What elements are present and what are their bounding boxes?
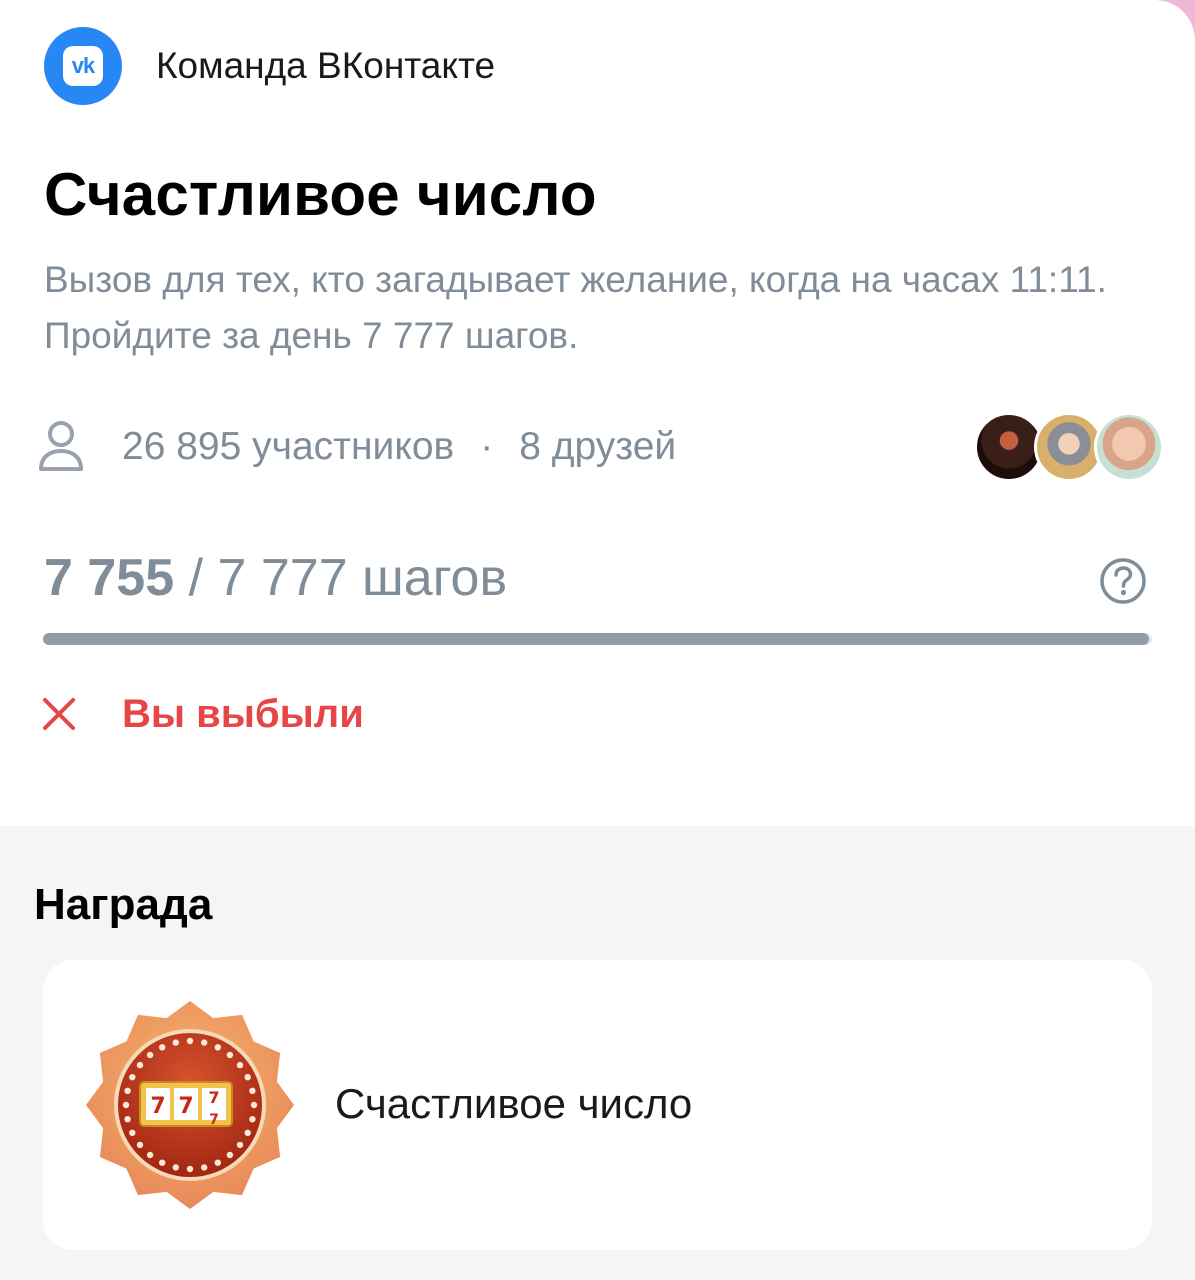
challenge-description: Вызов для тех, кто загадывает желание, к… <box>44 259 1107 356</box>
community-name[interactable]: Команда ВКонтакте <box>156 45 495 87</box>
friends-avatars[interactable] <box>974 412 1164 482</box>
community-header[interactable]: vk Команда ВКонтакте <box>44 26 495 106</box>
status-text: Вы выбыли <box>122 691 364 736</box>
badge-light-dot <box>136 1141 144 1149</box>
vk-logo-mark: vk <box>63 46 103 86</box>
badge-light-dot <box>250 1101 258 1109</box>
badge-light-dot <box>129 1129 136 1136</box>
badge-light-dot <box>124 1116 131 1123</box>
avatar[interactable] <box>1094 412 1164 482</box>
content-sheet: vk Команда ВКонтакте Счастливое число Вы… <box>0 0 1195 1280</box>
participants-row[interactable]: 26 895 участников · 8 друзей <box>36 410 1166 484</box>
badge-light-dot <box>226 1051 234 1059</box>
badge-light-dot <box>136 1061 144 1069</box>
badge-light-dot <box>159 1044 166 1051</box>
reward-heading: Награда <box>34 880 213 929</box>
badge-light-dot <box>159 1159 166 1166</box>
badge-light-dot <box>249 1087 256 1094</box>
svg-text:7: 7 <box>178 1094 193 1119</box>
badge-light-dot <box>244 1074 251 1081</box>
badge-light-dot <box>186 1037 194 1045</box>
steps-slash: / <box>174 549 218 607</box>
badge-light-dot <box>214 1159 221 1166</box>
svg-text:7: 7 <box>150 1094 165 1119</box>
badge-light-dot <box>124 1087 131 1094</box>
status-row: Вы выбыли <box>42 688 364 740</box>
badge-light-dot <box>146 1151 154 1159</box>
close-icon <box>43 698 75 730</box>
svg-text:7: 7 <box>208 1088 219 1107</box>
badge-light-dot <box>214 1044 221 1051</box>
svg-text:7: 7 <box>209 1112 219 1128</box>
progress-bar <box>43 633 1152 645</box>
challenge-screen: vk Команда ВКонтакте Счастливое число Вы… <box>0 0 1195 1280</box>
badge-light-dot <box>226 1151 234 1159</box>
steps-current: 7 755 <box>44 549 175 607</box>
reward-section: Награда 7 7 7 7 Счастливое число <box>0 826 1195 1280</box>
help-icon[interactable] <box>1098 556 1148 606</box>
participants-count: 26 895 участников <box>122 425 455 468</box>
badge-light-dot <box>129 1074 136 1081</box>
badge-light-dot <box>172 1164 179 1171</box>
badge-light-dot <box>236 1141 244 1149</box>
progress-bar-fill <box>43 633 1149 645</box>
reward-name: Счастливое число <box>335 1080 693 1127</box>
stats-separator: · <box>480 425 494 468</box>
badge-light-dot <box>172 1039 179 1046</box>
person-icon <box>39 421 83 471</box>
steps-target: 7 777 шагов <box>217 549 508 607</box>
slot-machine-777-icon: 7 7 7 7 <box>86 1001 294 1209</box>
steps-progress-label: 7 755 / 7 777 шагов <box>44 548 507 608</box>
badge-light-dot <box>146 1051 154 1059</box>
friends-count: 8 друзей <box>519 425 677 468</box>
badge-light-dot <box>236 1061 244 1069</box>
badge-light-dot <box>249 1116 256 1123</box>
badge-light-dot <box>201 1039 208 1046</box>
badge-light-dot <box>122 1101 130 1109</box>
page-title: Счастливое число <box>44 161 597 228</box>
badge-light-dot <box>201 1164 208 1171</box>
reward-card[interactable]: 7 7 7 7 Счастливое число <box>43 960 1152 1250</box>
vk-logo-icon[interactable]: vk <box>44 27 122 105</box>
badge-light-dot <box>186 1165 194 1173</box>
badge-light-dot <box>244 1129 251 1136</box>
